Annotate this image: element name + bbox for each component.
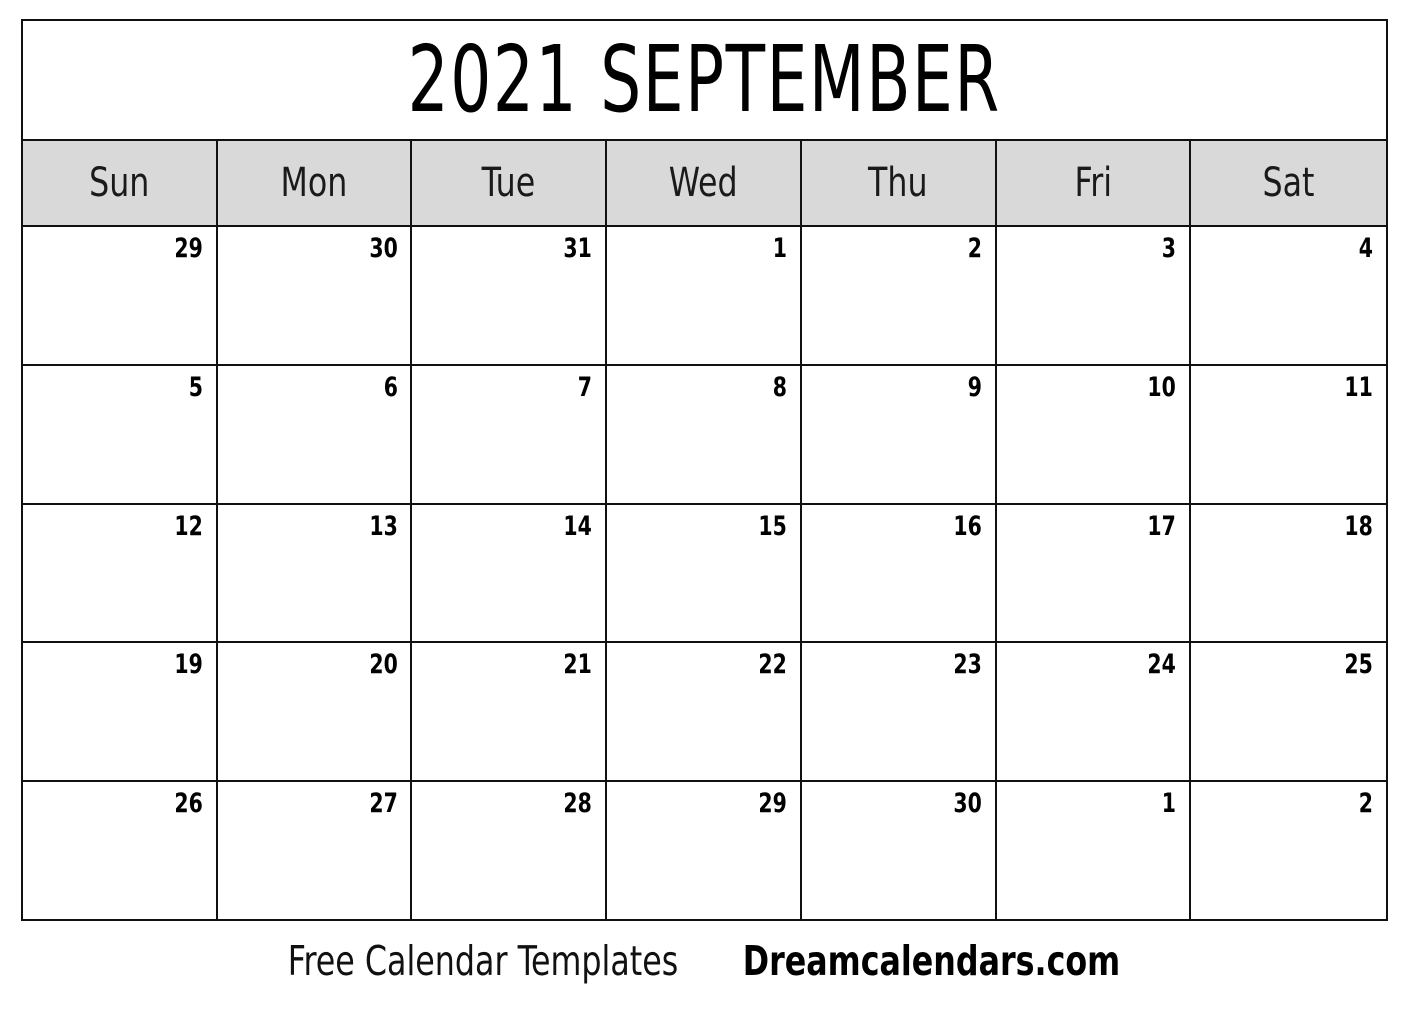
day-cell[interactable]: 28: [412, 782, 608, 919]
day-cell[interactable]: 25: [1191, 643, 1386, 781]
day-number: 21: [563, 649, 593, 681]
week-row: 26 27 28 29 30 1 2: [23, 782, 1386, 919]
week-row: 12 13 14 15 16 17 18: [23, 504, 1386, 644]
page-title: 2021 SEPTEMBER: [407, 26, 1002, 133]
weekday-header-tue: Tue: [412, 141, 608, 225]
day-number: 2: [967, 233, 982, 264]
weekday-header-row: Sun Mon Tue Wed Thu Fri Sat: [23, 141, 1386, 227]
weekday-header-sun: Sun: [23, 141, 218, 225]
calendar-week-grid: 29 30 31 1 2 3 4 5 6 7 8 9 10 11 12 13 1…: [23, 227, 1386, 919]
day-number: 22: [758, 649, 787, 681]
day-cell[interactable]: 3: [996, 227, 1192, 364]
day-cell[interactable]: 5: [23, 365, 218, 503]
weekday-label: Wed: [669, 160, 738, 206]
calendar-page: 2021 SEPTEMBER Sun Mon Tue Wed Thu Fri S…: [0, 0, 1406, 1020]
day-number: 5: [188, 371, 203, 403]
calendar-table: 2021 SEPTEMBER Sun Mon Tue Wed Thu Fri S…: [21, 19, 1388, 921]
day-number: 1: [1162, 788, 1177, 820]
weekday-label: Sun: [89, 160, 150, 206]
day-number: 25: [1344, 649, 1373, 681]
day-number: 2: [1358, 788, 1373, 820]
day-cell[interactable]: 30: [801, 782, 997, 919]
day-cell[interactable]: 6: [217, 365, 413, 503]
day-number: 10: [1147, 371, 1177, 403]
day-cell[interactable]: 21: [412, 643, 608, 781]
day-cell[interactable]: 18: [1191, 504, 1386, 642]
day-number: 8: [772, 371, 787, 403]
day-number: 18: [1344, 510, 1373, 542]
day-number: 3: [1162, 233, 1177, 264]
day-cell[interactable]: 29: [607, 782, 802, 919]
day-cell[interactable]: 26: [23, 782, 218, 919]
day-number: 11: [1344, 371, 1373, 403]
weekday-header-thu: Thu: [801, 141, 997, 225]
day-number: 23: [953, 649, 982, 681]
weekday-label: Thu: [868, 160, 928, 206]
day-cell[interactable]: 1: [607, 227, 802, 364]
week-row: 29 30 31 1 2 3 4: [23, 227, 1386, 366]
day-number: 12: [174, 510, 203, 542]
footer: Free Calendar Templates Dreamcalendars.c…: [0, 930, 1406, 992]
day-number: 27: [369, 788, 398, 820]
day-number: 17: [1147, 510, 1177, 542]
day-cell[interactable]: 2: [801, 227, 997, 364]
day-cell[interactable]: 15: [607, 504, 802, 642]
day-cell[interactable]: 7: [412, 365, 608, 503]
day-number: 6: [383, 371, 398, 403]
day-cell[interactable]: 23: [801, 643, 997, 781]
day-cell[interactable]: 30: [217, 227, 413, 364]
day-cell[interactable]: 31: [412, 227, 608, 364]
footer-brand-link[interactable]: Dreamcalendars.com: [742, 940, 1119, 982]
day-cell[interactable]: 4: [1191, 227, 1386, 364]
day-cell[interactable]: 10: [996, 365, 1192, 503]
weekday-header-mon: Mon: [217, 141, 413, 225]
day-number: 26: [174, 788, 203, 820]
day-cell[interactable]: 17: [996, 504, 1192, 642]
weekday-label: Fri: [1074, 160, 1112, 206]
day-cell[interactable]: 22: [607, 643, 802, 781]
day-number: 15: [758, 510, 787, 542]
day-number: 29: [174, 233, 203, 264]
day-number: 19: [174, 649, 203, 681]
calendar-title-band: 2021 SEPTEMBER: [23, 21, 1386, 141]
weekday-label: Mon: [280, 160, 348, 206]
day-number: 30: [369, 233, 398, 264]
day-number: 20: [369, 649, 398, 681]
day-cell[interactable]: 24: [996, 643, 1192, 781]
day-cell[interactable]: 14: [412, 504, 608, 642]
weekday-header-sat: Sat: [1191, 141, 1386, 225]
day-cell[interactable]: 1: [996, 782, 1192, 919]
day-cell[interactable]: 12: [23, 504, 218, 642]
day-number: 9: [967, 371, 982, 403]
week-row: 19 20 21 22 23 24 25: [23, 643, 1386, 783]
weekday-header-wed: Wed: [607, 141, 802, 225]
day-number: 16: [953, 510, 982, 542]
day-cell[interactable]: 8: [607, 365, 802, 503]
day-cell[interactable]: 11: [1191, 365, 1386, 503]
weekday-header-fri: Fri: [996, 141, 1192, 225]
day-number: 4: [1358, 233, 1373, 264]
day-number: 1: [772, 233, 787, 264]
day-number: 14: [563, 510, 593, 542]
day-cell[interactable]: 16: [801, 504, 997, 642]
day-number: 7: [577, 371, 593, 403]
day-cell[interactable]: 9: [801, 365, 997, 503]
day-number: 13: [369, 510, 398, 542]
day-cell[interactable]: 27: [217, 782, 413, 919]
week-row: 5 6 7 8 9 10 11: [23, 365, 1386, 505]
day-number: 24: [1147, 649, 1177, 681]
day-cell[interactable]: 19: [23, 643, 218, 781]
day-cell[interactable]: 2: [1191, 782, 1386, 919]
day-cell[interactable]: 20: [217, 643, 413, 781]
day-cell[interactable]: 13: [217, 504, 413, 642]
weekday-label: Sat: [1262, 160, 1315, 206]
day-number: 29: [758, 788, 787, 820]
weekday-label: Tue: [481, 160, 536, 206]
footer-tagline: Free Calendar Templates: [287, 936, 678, 985]
day-number: 28: [563, 788, 593, 820]
day-number: 30: [953, 788, 982, 820]
day-cell[interactable]: 29: [23, 227, 218, 364]
day-number: 31: [563, 233, 593, 264]
